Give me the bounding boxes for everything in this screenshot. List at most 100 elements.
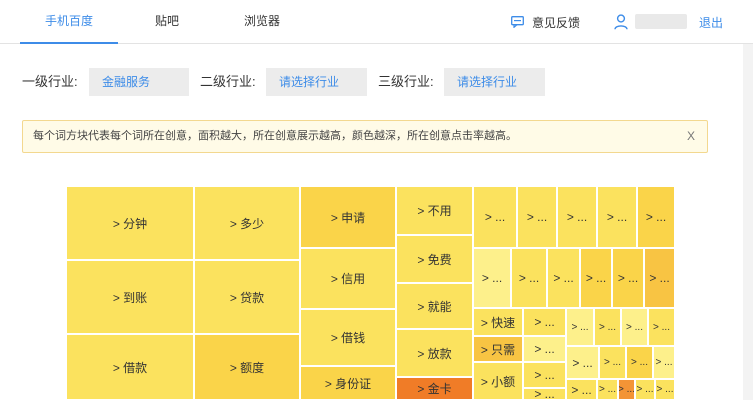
- treemap-cell-label: > 身份证: [324, 376, 372, 391]
- top-navigation: 手机百度 贴吧 浏览器 意见反馈 退出: [0, 0, 753, 44]
- treemap-cell[interactable]: > ...: [547, 248, 580, 308]
- treemap-cell[interactable]: > ...: [523, 362, 566, 388]
- treemap-cell-label: > ...: [481, 271, 503, 285]
- treemap-cell[interactable]: > ...: [566, 308, 594, 346]
- treemap-cell[interactable]: > 就能: [396, 283, 473, 329]
- treemap-cell[interactable]: > ...: [612, 248, 644, 308]
- treemap-cell-label: > ...: [534, 388, 555, 400]
- treemap-cell-label: > 借钱: [330, 331, 366, 345]
- treemap-cell-label: > ...: [571, 382, 592, 397]
- treemap-cell[interactable]: > 放款: [396, 329, 473, 377]
- treemap-cell-label: > 小额: [480, 374, 516, 389]
- treemap-cell-label: > 就能: [417, 299, 452, 314]
- treemap-cell[interactable]: > 额度: [194, 334, 300, 400]
- treemap-cell-label: > ...: [534, 342, 555, 356]
- treemap-cell[interactable]: > 免费: [396, 235, 473, 283]
- treemap-cell-label: > ...: [572, 355, 593, 370]
- treemap-cell[interactable]: > 信用: [300, 248, 396, 309]
- treemap-cell-label: > ...: [599, 384, 616, 395]
- treemap-cell-label: > 额度: [229, 360, 265, 375]
- treemap-cell[interactable]: > 金卡: [396, 377, 473, 400]
- page-scrollbar[interactable]: [743, 44, 753, 400]
- treemap-cell-label: > 借款: [112, 360, 148, 375]
- feedback-link[interactable]: 意见反馈: [511, 13, 580, 31]
- logout-link[interactable]: 退出: [699, 14, 723, 31]
- treemap-cell-label: > 信用: [330, 272, 366, 286]
- treemap-cell[interactable]: > ...: [523, 336, 566, 362]
- treemap-cell-label: > ...: [518, 271, 540, 285]
- treemap-cell-label: > ...: [649, 271, 670, 285]
- treemap-cell-label: > 到账: [112, 290, 148, 305]
- treemap-cell[interactable]: > 借钱: [300, 309, 396, 366]
- treemap-cell[interactable]: > ...: [511, 248, 547, 308]
- treemap-cell-label: > ...: [636, 384, 654, 395]
- treemap-cell[interactable]: > ...: [626, 346, 653, 379]
- treemap-cell-label: > ...: [653, 321, 670, 333]
- treemap-cell[interactable]: > ...: [523, 308, 566, 336]
- feedback-label: 意见反馈: [532, 15, 581, 30]
- treemap-cell-label: > 快速: [480, 315, 516, 330]
- treemap-cell[interactable]: > 分钟: [66, 186, 194, 260]
- treemap-cell-label: > ...: [526, 210, 548, 224]
- level2-industry-select[interactable]: 请选择行业: [266, 68, 367, 96]
- treemap-cell[interactable]: > ...: [637, 186, 675, 248]
- treemap-cell[interactable]: > ...: [618, 379, 635, 400]
- treemap-cell[interactable]: > 不用: [396, 186, 473, 235]
- level1-industry-select[interactable]: 金融服务: [89, 68, 189, 96]
- treemap-cell[interactable]: > ...: [621, 308, 648, 346]
- treemap-cell-label: > ...: [484, 210, 506, 224]
- notice-text: 每个词方块代表每个词所在创意，面积越大，所在创意展示越高，颜色越深，所在创意点击…: [33, 130, 517, 142]
- tab-browser[interactable]: 浏览器: [232, 0, 292, 44]
- treemap-cell[interactable]: > 到账: [66, 260, 194, 334]
- treemap-cell[interactable]: > 贷款: [194, 260, 300, 334]
- treemap-cell[interactable]: > ...: [655, 379, 675, 400]
- level1-industry-label: 一级行业:: [22, 74, 78, 89]
- treemap-cell[interactable]: > ...: [597, 379, 618, 400]
- notice-close-button[interactable]: X: [687, 121, 695, 152]
- feedback-icon: [511, 16, 524, 28]
- treemap-cell-label: > ...: [655, 357, 673, 368]
- treemap-cell-label: > ...: [645, 210, 667, 224]
- treemap-cell[interactable]: > ...: [566, 379, 597, 400]
- treemap-cell-label: > 免费: [417, 252, 452, 267]
- treemap-cell-label: > ...: [626, 321, 643, 333]
- treemap-cell[interactable]: > 借款: [66, 334, 194, 400]
- treemap-cell[interactable]: > ...: [599, 346, 626, 379]
- treemap-cell-label: > 分钟: [112, 216, 148, 231]
- treemap-cell[interactable]: > 申请: [300, 186, 396, 248]
- treemap-cell[interactable]: > ...: [597, 186, 637, 248]
- treemap-cell[interactable]: > ...: [644, 248, 675, 308]
- treemap-cell-label: > 金卡: [417, 382, 452, 396]
- treemap-cell[interactable]: > ...: [523, 388, 566, 400]
- treemap-cell-label: > 多少: [229, 216, 265, 231]
- treemap-cell[interactable]: > 快速: [473, 308, 523, 336]
- treemap-cell[interactable]: > 多少: [194, 186, 300, 260]
- level3-industry-select[interactable]: 请选择行业: [444, 68, 545, 96]
- treemap-cell[interactable]: > ...: [473, 248, 511, 308]
- treemap-cell-label: > ...: [571, 321, 589, 333]
- treemap-cell-label: > ...: [566, 210, 588, 224]
- username-redacted: [635, 14, 687, 29]
- treemap-cell-label: > 申请: [330, 210, 366, 225]
- tab-mobile-baidu[interactable]: 手机百度: [20, 0, 118, 44]
- treemap-cell[interactable]: > ...: [557, 186, 597, 248]
- user-icon: [614, 14, 628, 30]
- treemap-cell[interactable]: > ...: [580, 248, 612, 308]
- treemap-cell-label: > 只需: [480, 342, 516, 357]
- treemap-cell-label: > ...: [553, 271, 574, 285]
- treemap-cell[interactable]: > ...: [517, 186, 557, 248]
- treemap-cell-label: > ...: [599, 321, 616, 333]
- treemap-cell-label: > ...: [534, 315, 555, 329]
- treemap-cell[interactable]: > ...: [566, 346, 599, 379]
- treemap-cell[interactable]: > ...: [648, 308, 675, 346]
- treemap-cell[interactable]: > 只需: [473, 336, 523, 362]
- treemap-cell[interactable]: > ...: [635, 379, 655, 400]
- treemap-cell[interactable]: > ...: [473, 186, 517, 248]
- treemap-cell[interactable]: > 小额: [473, 362, 523, 400]
- treemap-cell[interactable]: > ...: [594, 308, 621, 346]
- tab-tieba[interactable]: 贴吧: [140, 0, 194, 44]
- treemap-cell[interactable]: > ...: [653, 346, 675, 379]
- notice-banner: 每个词方块代表每个词所在创意，面积越大，所在创意展示越高，颜色越深，所在创意点击…: [22, 120, 708, 153]
- treemap-cell[interactable]: > 身份证: [300, 366, 396, 400]
- treemap-cell-label: > ...: [534, 368, 555, 382]
